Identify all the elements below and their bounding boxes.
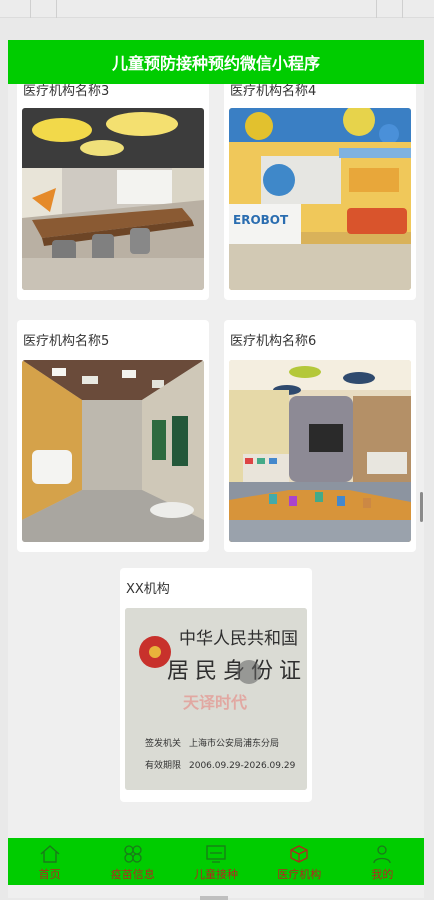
svg-text:EROBOT: EROBOT [233,213,289,227]
institution-card[interactable]: 医疗机构名称3 [17,84,209,300]
bottom-tab-bar: 首页 疫苗信息 儿童接种 医疗机构 我的 [8,838,424,885]
tab-mine[interactable]: 我的 [341,838,424,885]
tab-medical-institutions[interactable]: 医疗机构 [258,838,341,885]
tab-child-vaccination[interactable]: 儿童接种 [174,838,257,885]
tab-label: 首页 [38,868,61,881]
scroll-indicator[interactable] [420,492,423,522]
strip-divider [402,0,403,18]
hallway-photo [22,360,204,542]
institution-name: 医疗机构名称6 [230,334,317,349]
cube-icon [290,845,308,863]
institution-image[interactable]: 中华人民共和国 居民身份证 天译时代 签发机关 上海市公安局浦东分局 有效期限 … [125,608,307,790]
institution-image[interactable] [229,360,411,542]
tab-label: 儿童接种 [194,868,238,881]
person-icon [373,845,392,864]
home-icon [40,845,60,863]
app-header: 儿童预防接种预约微信小程序 [8,40,424,84]
institution-name: 医疗机构名称4 [230,84,317,99]
classroom-photo [22,108,204,290]
validity-value: 2006.09.29-2026.09.29 [189,761,296,771]
reception-lobby-photo: EROBOT [229,108,411,290]
strip-divider [56,0,57,18]
playroom-photo [229,360,411,542]
tab-label: 疫苗信息 [110,868,155,881]
tab-vaccine-info[interactable]: 疫苗信息 [91,838,174,885]
institution-image[interactable] [22,108,204,290]
institution-name: XX机构 [126,582,170,597]
institution-image[interactable] [22,360,204,542]
home-indicator [200,896,228,900]
watermark-text: 天译时代 [183,693,247,712]
authority-label: 签发机关 [145,737,181,749]
page-title: 儿童预防接种预约微信小程序 [111,54,320,73]
institution-image[interactable]: EROBOT [229,108,411,290]
id-card-title: 中华人民共和国 [179,629,298,649]
institution-card[interactable]: 医疗机构名称5 [17,320,209,552]
institution-list[interactable]: 医疗机构名称3 医疗机构名称4 EROBOT 医疗机构名称5 医疗机构名称6 X… [8,84,424,838]
institution-card[interactable]: 医疗机构名称4 EROBOT [224,84,416,300]
authority-value: 上海市公安局浦东分局 [189,737,279,749]
browser-top-strip [0,0,434,18]
mini-program-frame: 儿童预防接种预约微信小程序 医疗机构名称3 医疗机构名称4 EROBOT 医疗机… [8,40,424,898]
tab-label: 医疗机构 [277,868,322,881]
monitor-icon [206,845,226,863]
tab-label: 我的 [371,868,394,881]
clover-icon [124,845,142,863]
tab-home[interactable]: 首页 [8,838,91,885]
institution-card[interactable]: 医疗机构名称6 [224,320,416,552]
institution-card[interactable]: XX机构 中华人民共和国 居民身份证 天译时代 签发机关 上海市公安局浦东分局 … [120,568,312,802]
strip-divider [376,0,377,18]
id-card-photo: 中华人民共和国 居民身份证 天译时代 签发机关 上海市公安局浦东分局 有效期限 … [125,608,307,790]
institution-name: 医疗机构名称5 [23,334,110,349]
id-card-subtitle: 居民身份证 [167,659,307,684]
institution-name: 医疗机构名称3 [23,84,110,99]
validity-label: 有效期限 [145,759,181,771]
strip-divider [30,0,31,18]
